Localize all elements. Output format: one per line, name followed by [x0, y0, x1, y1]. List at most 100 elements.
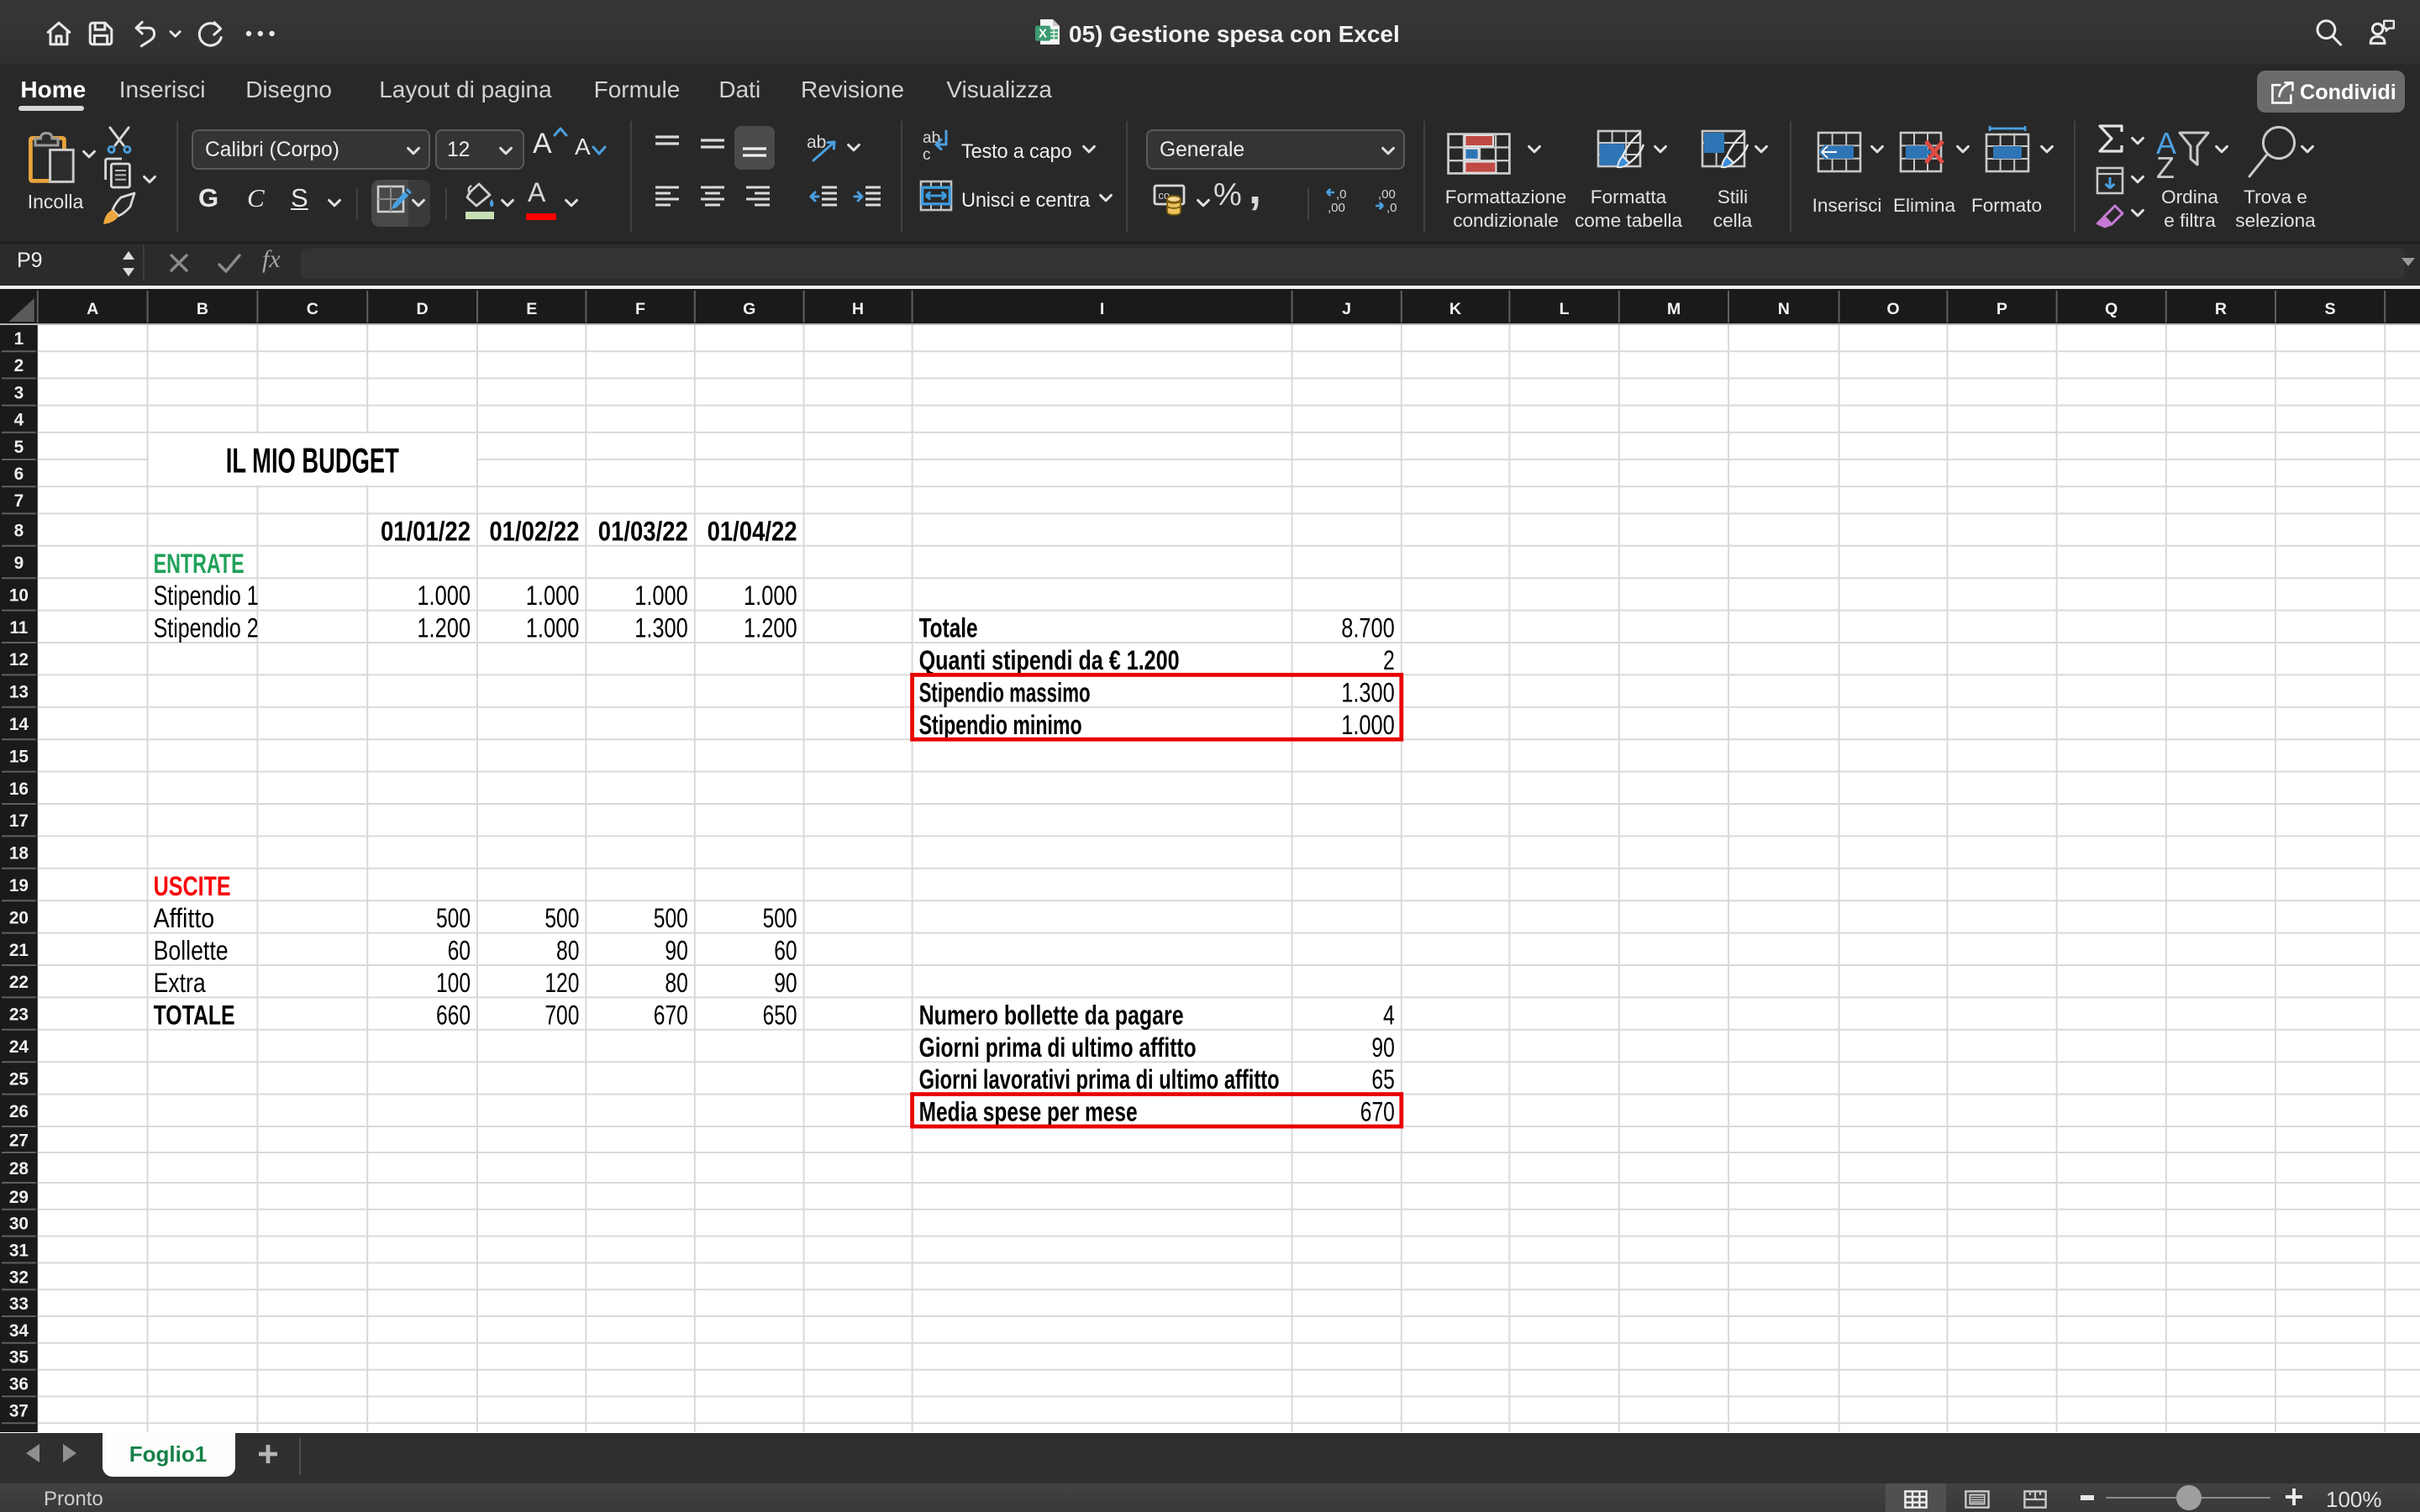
svg-text:4: 4: [14, 411, 24, 430]
svg-text:4: 4: [1383, 1000, 1395, 1030]
svg-text:700: 700: [544, 1000, 579, 1030]
svg-text:K: K: [1449, 300, 1461, 318]
svg-text:500: 500: [544, 903, 579, 933]
svg-text:1.300: 1.300: [634, 613, 688, 643]
svg-text:Stipendio minimo: Stipendio minimo: [919, 710, 1082, 740]
svg-text:c: c: [923, 146, 931, 163]
svg-text:R: R: [2215, 300, 2227, 318]
svg-text:10: 10: [9, 585, 29, 605]
svg-text:1.000: 1.000: [417, 580, 471, 611]
svg-text:I: I: [1100, 300, 1104, 318]
svg-text:,00: ,00: [1328, 201, 1345, 213]
svg-text:36: 36: [9, 1374, 29, 1394]
svg-text:TOTALE: TOTALE: [154, 1000, 235, 1030]
svg-text:500: 500: [654, 903, 688, 933]
svg-text:IL MIO BUDGET: IL MIO BUDGET: [226, 441, 399, 480]
svg-text:01/04/22: 01/04/22: [708, 516, 797, 546]
svg-text:20: 20: [9, 908, 29, 927]
svg-text:S: S: [2324, 300, 2335, 318]
svg-text:F: F: [635, 300, 645, 318]
svg-text:27: 27: [9, 1131, 29, 1150]
svg-text:1.000: 1.000: [526, 580, 580, 611]
svg-text:23: 23: [9, 1005, 29, 1025]
svg-text:ENTRATE: ENTRATE: [154, 549, 245, 579]
svg-text:30: 30: [9, 1215, 29, 1234]
svg-text:670: 670: [654, 1000, 688, 1030]
svg-text:M: M: [1667, 300, 1681, 318]
svg-text:8.700: 8.700: [1341, 613, 1395, 643]
svg-text:1.200: 1.200: [744, 613, 797, 643]
svg-text:E: E: [526, 300, 537, 318]
svg-text:500: 500: [763, 903, 797, 933]
svg-text:Q: Q: [2105, 300, 2118, 318]
svg-text:18: 18: [9, 844, 29, 864]
svg-text:1.300: 1.300: [1341, 677, 1395, 707]
svg-text:,0: ,0: [1336, 187, 1347, 202]
svg-text:60: 60: [774, 936, 797, 966]
svg-text:Stipendio massimo: Stipendio massimo: [919, 677, 1091, 707]
svg-text:Extra: Extra: [154, 968, 206, 998]
svg-text:Stipendio 1: Stipendio 1: [154, 580, 259, 611]
svg-text:01/01/22: 01/01/22: [381, 516, 471, 546]
svg-text:37: 37: [9, 1401, 29, 1420]
svg-text:34: 34: [9, 1321, 29, 1341]
svg-text:26: 26: [9, 1102, 29, 1121]
svg-text:Giorni lavorativi prima di ult: Giorni lavorativi prima di ultimo affitt…: [919, 1064, 1280, 1095]
svg-text:60: 60: [448, 936, 471, 966]
svg-text:28: 28: [9, 1159, 29, 1179]
svg-text:1.200: 1.200: [417, 613, 471, 643]
svg-text:90: 90: [774, 968, 797, 998]
svg-text:6: 6: [14, 465, 24, 484]
svg-text:Z: Z: [2156, 150, 2175, 178]
svg-text:Stipendio 2: Stipendio 2: [154, 613, 259, 643]
svg-text:80: 80: [665, 968, 687, 998]
svg-text:A: A: [87, 300, 98, 318]
svg-text:11: 11: [9, 618, 28, 638]
svg-text:15: 15: [9, 747, 29, 766]
svg-text:X: X: [1039, 26, 1047, 40]
svg-text:USCITE: USCITE: [154, 871, 231, 901]
svg-text:01/03/22: 01/03/22: [598, 516, 688, 546]
svg-text:650: 650: [763, 1000, 797, 1030]
svg-text:ab: ab: [807, 133, 826, 152]
svg-text:3: 3: [14, 383, 24, 402]
svg-text:32: 32: [9, 1268, 29, 1287]
svg-text:Giorni prima di ultimo affitto: Giorni prima di ultimo affitto: [919, 1032, 1197, 1063]
svg-text:7: 7: [14, 491, 24, 511]
svg-text:1.000: 1.000: [744, 580, 797, 611]
svg-text:Totale: Totale: [919, 613, 978, 643]
svg-text:65: 65: [1371, 1064, 1394, 1095]
svg-text:670: 670: [1360, 1097, 1395, 1127]
svg-text:16: 16: [9, 780, 29, 799]
svg-text:35: 35: [9, 1348, 29, 1368]
svg-text:90: 90: [665, 936, 687, 966]
svg-text:B: B: [197, 300, 208, 318]
svg-text:25: 25: [9, 1069, 29, 1089]
svg-text:80: 80: [556, 936, 579, 966]
svg-text:G: G: [743, 300, 755, 318]
svg-text:P: P: [1996, 300, 2007, 318]
svg-text:Quanti stipendi da € 1.200: Quanti stipendi da € 1.200: [919, 645, 1180, 675]
svg-text:2: 2: [1383, 645, 1395, 675]
svg-text:1.000: 1.000: [1341, 710, 1395, 740]
svg-text:1: 1: [14, 329, 24, 349]
svg-text:22: 22: [9, 973, 29, 992]
svg-text:Affitto: Affitto: [154, 903, 215, 933]
svg-text:2: 2: [14, 356, 24, 375]
svg-text:500: 500: [436, 903, 471, 933]
svg-text:8: 8: [14, 522, 24, 541]
svg-text:19: 19: [9, 876, 29, 895]
svg-text:5: 5: [14, 438, 24, 457]
svg-text:01/02/22: 01/02/22: [489, 516, 579, 546]
svg-text:12: 12: [9, 650, 29, 669]
svg-text:J: J: [1342, 300, 1351, 318]
svg-text:24: 24: [9, 1037, 29, 1057]
svg-text:Bollette: Bollette: [154, 936, 229, 966]
svg-text:13: 13: [9, 683, 29, 702]
svg-text:31: 31: [9, 1242, 29, 1261]
svg-text:33: 33: [9, 1294, 29, 1314]
svg-text:100: 100: [436, 968, 471, 998]
svg-text:90: 90: [1371, 1032, 1394, 1063]
svg-text:C: C: [307, 300, 318, 318]
svg-text:Media spese per mese: Media spese per mese: [919, 1097, 1138, 1127]
